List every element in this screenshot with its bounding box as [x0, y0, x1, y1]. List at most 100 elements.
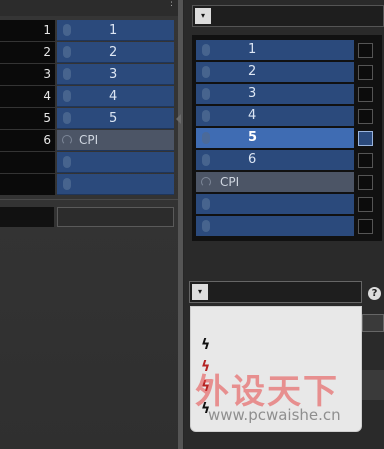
bolt-icon: ϟ — [201, 337, 211, 353]
track-number — [0, 174, 55, 195]
checkbox[interactable] — [358, 87, 373, 102]
list-item[interactable] — [196, 216, 378, 237]
track-label: 5 — [109, 111, 118, 126]
track-number: 2 — [0, 42, 55, 63]
list-item[interactable]: 6 — [196, 150, 378, 171]
chevron-down-icon[interactable]: ▾ — [195, 8, 211, 24]
track-label: 4 — [109, 89, 118, 104]
microphone-icon — [202, 132, 210, 144]
track-cell[interactable]: 3 — [57, 64, 174, 85]
track-row[interactable] — [0, 174, 178, 195]
microphone-icon — [63, 90, 71, 102]
track-cell[interactable]: 4 — [57, 86, 174, 107]
list-item-label: CPI — [220, 175, 240, 189]
track-label: 2 — [109, 45, 118, 60]
track-number: 6 — [0, 130, 55, 151]
side-control — [362, 370, 384, 400]
list-item-cell[interactable]: 5 — [196, 128, 354, 148]
track-row[interactable] — [0, 152, 178, 173]
list-item-label: 5 — [248, 130, 258, 145]
list-item[interactable]: CPI — [196, 172, 378, 193]
more-dots-icon[interactable]: ⋮ — [167, 0, 176, 8]
microphone-icon — [202, 154, 210, 166]
list-item-cell[interactable] — [196, 194, 354, 214]
track-cell[interactable]: 5 — [57, 108, 174, 129]
list-item-cell[interactable]: 6 — [196, 150, 354, 170]
checkbox[interactable] — [358, 65, 373, 80]
list-item-cell[interactable]: 1 — [196, 40, 354, 60]
track-label: CPI — [79, 133, 99, 147]
list-item-cell[interactable] — [196, 216, 354, 236]
list-item[interactable] — [196, 194, 378, 215]
watermark-url: www.pcwaishe.cn — [208, 406, 341, 424]
track-number: 3 — [0, 64, 55, 85]
track-cell[interactable]: CPI — [57, 130, 174, 151]
divider — [0, 199, 182, 200]
checkbox[interactable] — [358, 219, 373, 234]
microphone-icon — [202, 198, 210, 210]
track-cell[interactable]: 2 — [57, 42, 174, 63]
microphone-icon — [202, 44, 210, 56]
list-item[interactable]: 1 — [196, 40, 378, 61]
menu-item[interactable]: ϟ — [197, 337, 357, 355]
track-row[interactable]: 11 — [0, 20, 178, 41]
list-item-cell[interactable]: 2 — [196, 62, 354, 82]
list-item[interactable]: 3 — [196, 84, 378, 105]
checkbox[interactable] — [358, 131, 373, 146]
left-topbar: ⋮ — [0, 0, 182, 16]
track-cell[interactable] — [57, 152, 174, 173]
microphone-icon — [202, 220, 210, 232]
microphone-icon — [63, 46, 71, 58]
microphone-icon — [63, 112, 71, 124]
track-row[interactable]: 6 CPI — [0, 130, 178, 151]
checkbox[interactable] — [358, 197, 373, 212]
track-number: 5 — [0, 108, 55, 129]
left-track-panel: ⋮ 1 1 2 2 3 3 4 4 5 5 6 CPI — [0, 0, 182, 449]
checkbox[interactable] — [358, 175, 373, 190]
track-label: 3 — [109, 67, 118, 82]
list-item-label: 3 — [248, 86, 257, 101]
track-row[interactable]: 22 — [0, 42, 178, 63]
list-item[interactable]: 4 — [196, 106, 378, 127]
list-item-cell[interactable]: 3 — [196, 84, 354, 104]
track-number: 1 — [0, 20, 55, 41]
microphone-icon — [63, 24, 71, 36]
mode-dropdown[interactable]: ▾ — [189, 281, 362, 303]
list-item-label: 6 — [248, 152, 257, 167]
track-row[interactable]: 55 — [0, 108, 178, 129]
checkbox[interactable] — [358, 153, 373, 168]
microphone-icon — [63, 68, 71, 80]
track-cell[interactable] — [57, 174, 174, 195]
microphone-icon — [202, 66, 210, 78]
side-control[interactable] — [362, 314, 384, 332]
list-item-label: 4 — [248, 108, 257, 123]
track-selector-dropdown[interactable]: ▾ — [192, 5, 384, 27]
list-item[interactable]: 2 — [196, 62, 378, 83]
gauge-icon — [201, 177, 211, 187]
list-item-cell[interactable]: CPI — [196, 172, 354, 192]
microphone-icon — [202, 88, 210, 100]
microphone-icon — [202, 110, 210, 122]
help-icon[interactable]: ? — [368, 287, 381, 300]
track-select-list: 1 2 3 4 5 6 CPI — [192, 35, 382, 241]
panel-separator[interactable] — [178, 0, 183, 449]
microphone-icon — [63, 178, 71, 190]
list-item-label: 1 — [248, 42, 257, 57]
panel-pointer-icon — [176, 114, 181, 124]
track-number — [0, 152, 55, 173]
track-row[interactable]: 44 — [0, 86, 178, 107]
left-bottom-field — [0, 207, 54, 227]
list-item-cell[interactable]: 4 — [196, 106, 354, 126]
list-item[interactable]: 5 — [196, 128, 378, 149]
track-row[interactable]: 33 — [0, 64, 178, 85]
checkbox[interactable] — [358, 109, 373, 124]
track-cell[interactable]: 1 — [57, 20, 174, 41]
microphone-icon — [63, 156, 71, 168]
left-bottom-button[interactable] — [57, 207, 174, 227]
track-number: 4 — [0, 86, 55, 107]
chevron-down-icon[interactable]: ▾ — [192, 284, 208, 300]
gauge-icon — [62, 135, 72, 145]
list-item-label: 2 — [248, 64, 257, 79]
track-label: 1 — [109, 23, 118, 38]
checkbox[interactable] — [358, 43, 373, 58]
